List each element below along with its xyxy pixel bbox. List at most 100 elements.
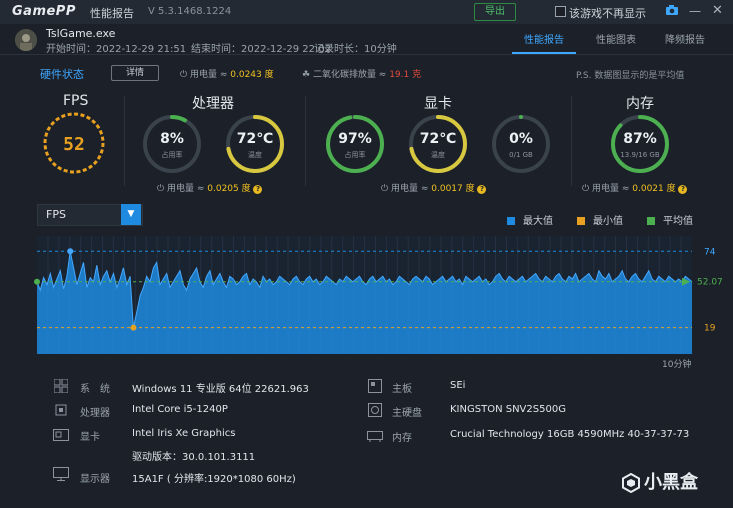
start-time: 开始时间：2022-12-29 21:51: [46, 44, 187, 55]
details-button[interactable]: 详情: [111, 65, 159, 81]
power-icon: ⏻: [381, 184, 391, 194]
camera-icon[interactable]: [665, 4, 679, 18]
power-icon: ⏻: [582, 184, 592, 194]
disk-icon: [368, 402, 382, 421]
end-time: 结束时间：2022-12-29 22:02: [191, 44, 332, 55]
memory-usage-value: 87%: [623, 131, 657, 147]
dont-show-label: 该游戏不再显示: [569, 7, 646, 20]
total-power-value: 0.0243 度: [230, 70, 274, 80]
cpu-temp-gauge: 72℃ 温度: [226, 115, 284, 173]
os-value: Windows 11 专业版 64位 22621.963: [132, 384, 309, 395]
cpu-temp-value: 72℃: [237, 131, 273, 147]
memory-usage-label: 13.9/16 GB: [620, 151, 660, 159]
legend-min: 最小值: [577, 212, 623, 227]
os-label: 系 统: [80, 384, 110, 395]
gpu-value: Intel Iris Xe Graphics: [132, 428, 236, 439]
disk-label: 主硬盘: [392, 408, 422, 419]
game-avatar-icon: [15, 29, 37, 51]
avg-start-point: [34, 278, 40, 285]
export-button[interactable]: 导出: [474, 3, 516, 21]
game-name: TslGame.exe: [46, 27, 116, 40]
legend-swatch: [507, 217, 515, 225]
board-label: 主板: [392, 384, 412, 395]
co2-emission: ☘ 二氧化碳排放量 ≈ 19.1 克: [302, 70, 422, 80]
cpu-power: ⏻ 用电量 ≈ 0.0205 度 ?: [157, 181, 263, 194]
app-logo: GamePP: [12, 4, 76, 19]
max-label: 74: [704, 247, 716, 257]
gpu-power: ⏻ 用电量 ≈ 0.0017 度 ?: [381, 181, 487, 194]
tab-throttle-report[interactable]: 降频报告: [665, 31, 705, 46]
leaf-icon: ☘: [302, 70, 313, 80]
max-point: [67, 248, 74, 255]
gpu-temp-label: 温度: [431, 150, 445, 159]
display-value: 15A1F ( 分辨率:1920*1080 60Hz): [132, 474, 296, 485]
tab-performance-report[interactable]: 性能报告: [524, 31, 564, 46]
fps-title: FPS: [63, 93, 89, 109]
memory-usage-gauge: 87% 13.9/16 GB: [611, 115, 669, 173]
legend-avg: 平均值: [647, 212, 693, 227]
gpu-temp-gauge: 72℃ 温度: [409, 115, 467, 173]
help-icon[interactable]: ?: [477, 185, 487, 194]
power-icon: ⏻: [180, 70, 190, 80]
min-point: [130, 324, 137, 331]
total-power: ⏻ 用电量 ≈ 0.0243 度: [180, 70, 274, 80]
help-icon[interactable]: ?: [253, 185, 263, 194]
legend-swatch: [577, 217, 585, 225]
display-label: 显示器: [80, 474, 110, 485]
min-label: 19: [704, 324, 716, 334]
gpu-usage-gauge: 97% 占用率: [326, 115, 384, 173]
watermark-logo-icon: [622, 472, 640, 494]
co2-value: 19.1 克: [389, 70, 422, 80]
cpu-usage-label: 占用率: [162, 150, 183, 159]
cpu-temp-label: 温度: [248, 150, 262, 159]
dont-show-checkbox[interactable]: [555, 6, 566, 17]
memory-power: ⏻ 用电量 ≈ 0.0021 度 ?: [582, 181, 688, 194]
divider: [0, 54, 733, 55]
duration: 记录时长：10分钟: [314, 44, 397, 55]
disk-value: KINGSTON SNV2S500G: [450, 404, 566, 415]
gpu-vram-gauge: 0% 0/1 GB: [492, 115, 550, 173]
gpu-usage-value: 97%: [338, 131, 372, 147]
gpu-usage-label: 占用率: [345, 150, 366, 159]
minimize-icon[interactable]: —: [689, 4, 701, 18]
gpu-temp-value: 72℃: [420, 131, 456, 147]
avg-label: 52.07: [697, 278, 723, 288]
memory-value: Crucial Technology 16GB 4590MHz 40-37-37…: [450, 429, 690, 440]
legend-max: 最大值: [507, 212, 553, 227]
cpu-chip-icon: [54, 402, 68, 421]
memory-icon: [367, 428, 383, 447]
gpu-driver: 驱动版本：30.0.101.3111: [132, 452, 256, 463]
cpu-title: 处理器: [192, 96, 234, 112]
version-label: V 5.3.1468.1224: [148, 6, 232, 17]
window-title: 性能报告: [90, 7, 134, 20]
divider: [571, 96, 572, 186]
gpu-label: 显卡: [80, 432, 100, 443]
power-icon: ⏻: [157, 184, 167, 194]
divider: [124, 96, 125, 186]
average-note: P.S. 数据图显示的是平均值: [576, 71, 685, 81]
cpu-usage-gauge: 8% 占用率: [143, 115, 201, 173]
metric-select-value: FPS: [46, 208, 66, 221]
board-value: SEi: [450, 380, 466, 391]
gpu-vram-value: 0%: [509, 131, 533, 147]
legend-swatch: [647, 217, 655, 225]
chart-end-label: 10分钟: [662, 360, 692, 370]
close-icon[interactable]: ✕: [712, 3, 723, 18]
monitor-icon: [53, 466, 69, 485]
memory-label: 内存: [392, 433, 412, 444]
fps-gauge: 52: [43, 112, 105, 174]
chevron-down-icon[interactable]: ▼: [121, 204, 141, 225]
fps-value: 52: [63, 134, 85, 155]
tab-performance-chart[interactable]: 性能图表: [596, 31, 636, 46]
os-icon: [53, 378, 69, 397]
memory-title: 内存: [626, 96, 654, 112]
motherboard-icon: [368, 378, 382, 397]
cpu-usage-value: 8%: [160, 131, 184, 147]
fps-chart: 74 19 52.07: [34, 236, 723, 354]
cpu-label: 处理器: [80, 408, 110, 419]
help-icon[interactable]: ?: [678, 185, 688, 194]
divider: [305, 96, 306, 186]
hardware-status-title: 硬件状态: [40, 68, 84, 81]
gpu-vram-label: 0/1 GB: [509, 151, 533, 159]
gpu-title: 显卡: [424, 96, 452, 112]
